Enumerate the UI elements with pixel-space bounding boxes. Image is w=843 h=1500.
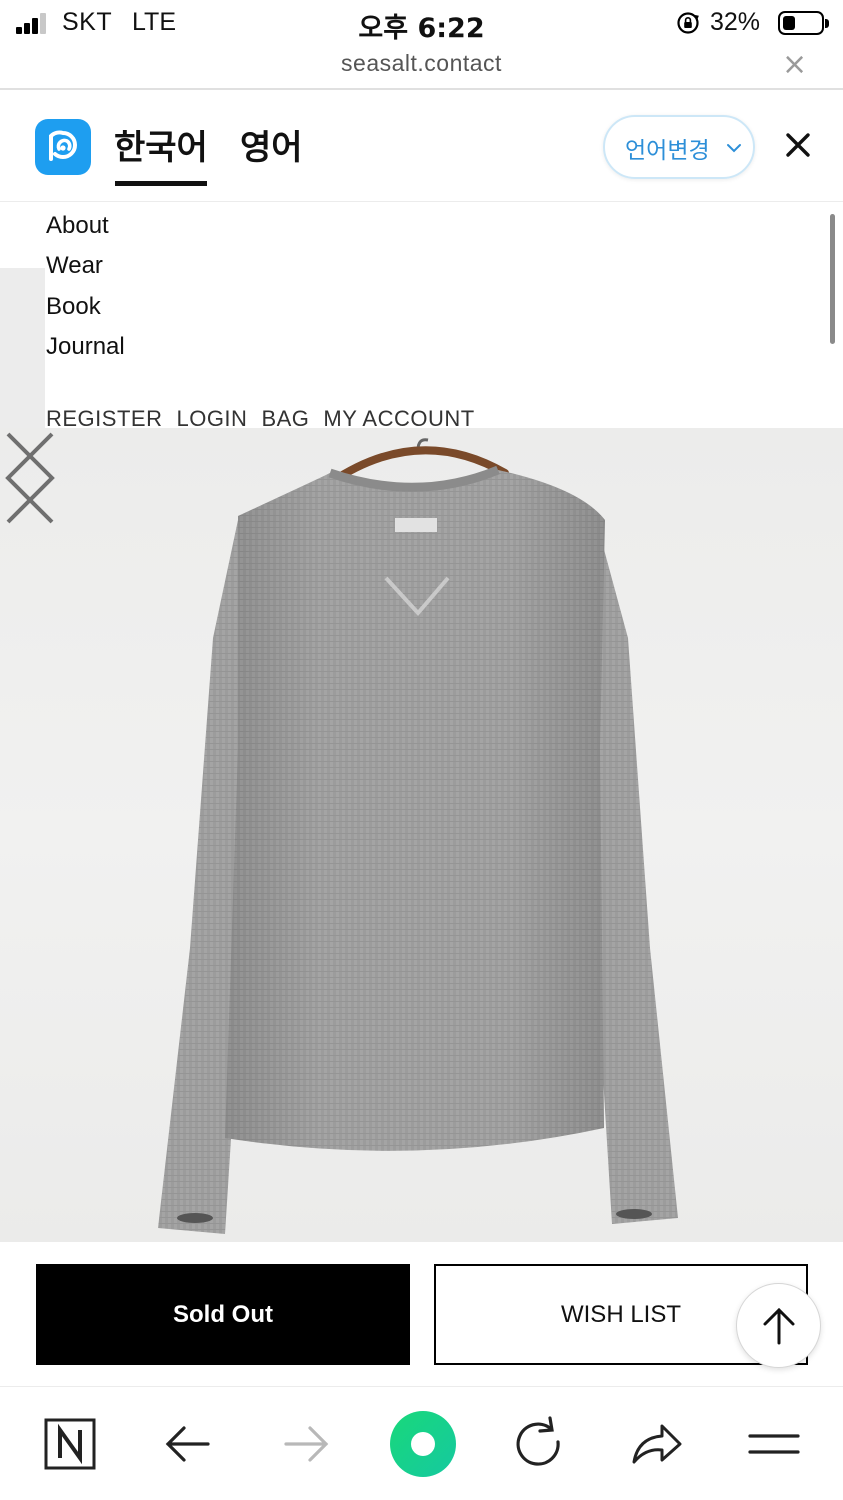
arrow-up-icon: [763, 1307, 795, 1345]
nav-item-book[interactable]: Book: [46, 293, 101, 321]
product-actions: Sold Out WISH LIST: [0, 1242, 843, 1387]
status-bar: SKT LTE 오후 6:22 32%: [0, 0, 843, 48]
tab-korean[interactable]: 한국어: [114, 120, 208, 169]
forward-arrow-icon[interactable]: [274, 1412, 338, 1476]
chevron-right-icon[interactable]: [0, 428, 60, 528]
site-nav: About Wear Book Journal REGISTER LOGIN BAG…: [0, 202, 843, 428]
grey-knit-sweater-photo: [158, 438, 678, 1234]
tab-english[interactable]: 영어: [240, 120, 303, 169]
page-edge-strip: [0, 268, 45, 428]
green-home-icon[interactable]: [389, 1410, 457, 1478]
active-tab-indicator: [115, 181, 207, 186]
url-text[interactable]: seasalt.contact: [0, 50, 843, 77]
browser-toolbar: [0, 1388, 843, 1500]
scroll-to-top-button[interactable]: [736, 1283, 821, 1368]
battery-percent: 32%: [710, 8, 761, 36]
nav-item-about[interactable]: About: [46, 212, 109, 240]
chevron-down-icon: [727, 144, 741, 153]
scrollbar[interactable]: [830, 214, 835, 344]
my-account-link[interactable]: MY ACCOUNT: [323, 406, 474, 428]
nav-item-wear[interactable]: Wear: [46, 252, 103, 280]
language-change-button[interactable]: 언어변경: [603, 115, 755, 179]
sold-out-button[interactable]: Sold Out: [36, 1264, 410, 1365]
papago-icon[interactable]: [35, 119, 91, 175]
url-close-icon[interactable]: ×: [782, 50, 807, 80]
login-link[interactable]: LOGIN: [176, 406, 247, 428]
naver-n-icon[interactable]: [38, 1412, 102, 1476]
rotation-lock-icon: [677, 12, 699, 34]
battery-icon: [778, 11, 829, 35]
close-icon[interactable]: [782, 129, 814, 161]
bag-link[interactable]: BAG: [261, 406, 309, 428]
nav-item-journal[interactable]: Journal: [46, 333, 125, 361]
reload-icon[interactable]: [506, 1412, 570, 1476]
product-image[interactable]: [0, 428, 843, 1242]
battery-level-fill: [783, 16, 795, 30]
share-icon[interactable]: [624, 1412, 688, 1476]
language-change-label: 언어변경: [625, 138, 710, 164]
back-arrow-icon[interactable]: [156, 1412, 220, 1476]
translate-bar: 한국어 영어 언어변경: [0, 92, 843, 202]
menu-icon[interactable]: [742, 1412, 806, 1476]
account-links: REGISTER LOGIN BAG MY ACCOUNT: [46, 406, 489, 428]
url-bar: seasalt.contact ×: [0, 48, 843, 90]
register-link[interactable]: REGISTER: [46, 406, 162, 428]
